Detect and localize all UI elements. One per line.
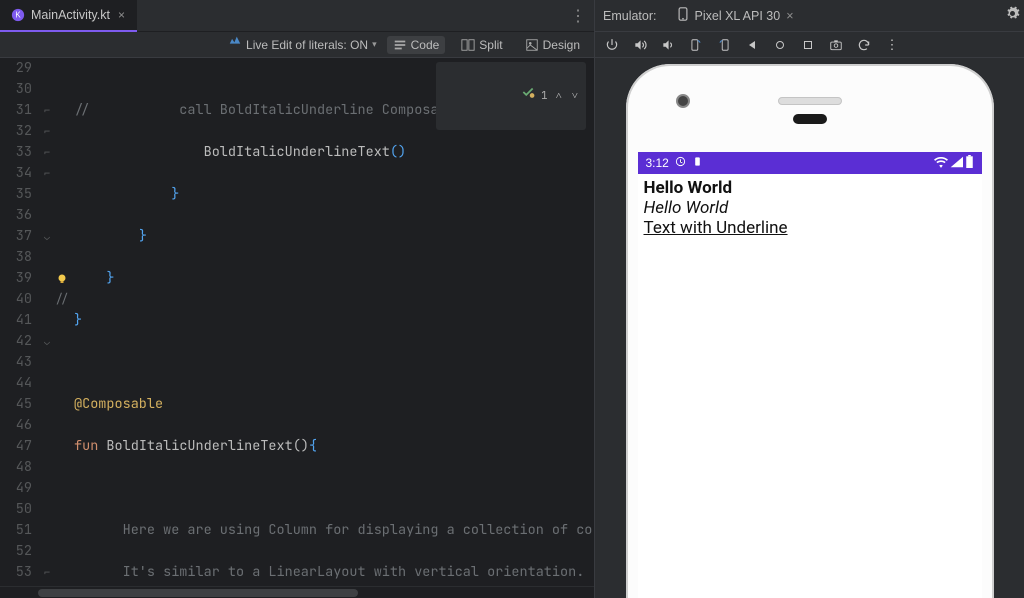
more-icon[interactable]: ⋮ [881, 34, 903, 56]
close-icon[interactable]: × [116, 8, 127, 22]
home-icon[interactable] [769, 34, 791, 56]
code-func-decl: BoldItalicUnderlineText [106, 437, 292, 455]
app-italic-text: Hello World [644, 198, 976, 218]
device-frame: 3:12 Hello Wo [626, 64, 994, 598]
code-func-call: BoldItalicUnderlineText [204, 143, 390, 161]
app-content: Hello World Hello World Text with Underl… [638, 174, 982, 242]
reload-icon[interactable] [853, 34, 875, 56]
code-area[interactable]: 1 ˄ ˅ // call BoldItalicUnderline Compos… [70, 58, 594, 586]
gear-icon[interactable] [1005, 6, 1020, 24]
tab-label: MainActivity.kt [31, 8, 110, 22]
inspection-widget[interactable]: 1 ˄ ˅ [436, 62, 586, 130]
view-split-button[interactable]: Split [455, 36, 508, 54]
split-icon [461, 38, 475, 52]
view-split-label: Split [479, 38, 502, 52]
svg-text:K: K [15, 10, 21, 19]
screenshot-icon[interactable] [825, 34, 847, 56]
volume-up-icon[interactable] [629, 34, 651, 56]
tabs-more-icon[interactable]: ⋮ [562, 6, 594, 26]
editor-tabs: K MainActivity.kt × ⋮ [0, 0, 594, 32]
live-edit-label: Live Edit of literals: ON [246, 38, 368, 52]
design-icon [525, 38, 539, 52]
editor-horizontal-scrollbar[interactable] [0, 586, 594, 598]
view-design-label: Design [543, 38, 580, 52]
inspection-down-icon[interactable]: ˅ [570, 86, 580, 107]
fold-gutter: ⌐⌐⌐⌐ ⌄⌄ ⌐ [40, 58, 54, 586]
live-edit-toggle[interactable]: Live Edit of literals: ON ▾ [228, 36, 377, 53]
emulator-viewport: 3:12 Hello Wo [595, 58, 1024, 598]
editor-view-toolbar: Live Edit of literals: ON ▾ Code Split [0, 32, 594, 58]
emulator-panel: Emulator: Pixel XL API 30 × [595, 0, 1024, 598]
view-code-label: Code [411, 38, 440, 52]
app-underline-text: Text with Underline [644, 218, 976, 238]
scrollbar-thumb[interactable] [38, 589, 358, 597]
status-app-icon [675, 156, 686, 170]
check-warning-icon [442, 64, 535, 128]
overview-icon[interactable] [797, 34, 819, 56]
code-comment: It's similar to a LinearLayout with vert… [74, 563, 584, 581]
live-edit-icon [228, 36, 242, 53]
android-status-bar: 3:12 [638, 152, 982, 174]
battery-icon [965, 155, 974, 171]
code-comment: Here we are using Column for displaying … [74, 521, 592, 539]
view-design-button[interactable]: Design [519, 36, 586, 54]
inspection-up-icon[interactable]: ˄ [554, 86, 564, 107]
chevron-down-icon: ▾ [372, 39, 377, 50]
emulator-device-tab[interactable]: Pixel XL API 30 × [669, 3, 802, 28]
status-debug-icon [692, 156, 703, 170]
editor-panel: K MainActivity.kt × ⋮ Live Edit of liter… [0, 0, 595, 598]
signal-icon [950, 156, 963, 171]
device-speaker [778, 97, 842, 105]
rotate-right-icon[interactable] [713, 34, 735, 56]
back-icon[interactable] [741, 34, 763, 56]
emulator-toolbar: ⋮ [595, 32, 1024, 58]
code-annotation: @Composable [74, 395, 163, 413]
inspection-count: 1 [541, 86, 548, 107]
bulb-gutter: // [54, 58, 70, 586]
emulator-device-label: Pixel XL API 30 [695, 9, 781, 23]
phone-icon [677, 7, 689, 24]
volume-down-icon[interactable] [657, 34, 679, 56]
status-time: 3:12 [646, 156, 669, 170]
close-icon[interactable]: × [786, 9, 793, 23]
emulator-tabs: Emulator: Pixel XL API 30 × [595, 0, 1024, 32]
lightbulb-icon[interactable] [54, 268, 70, 289]
emulator-label: Emulator: [603, 9, 657, 23]
kotlin-file-icon: K [10, 7, 25, 22]
wifi-icon [934, 156, 948, 171]
line-number-gutter: 29303132333435 36373839404142 4344454647… [0, 58, 40, 586]
view-code-button[interactable]: Code [387, 36, 446, 54]
device-screen[interactable]: 3:12 Hello Wo [638, 152, 982, 598]
editor-body[interactable]: 29303132333435 36373839404142 4344454647… [0, 58, 594, 586]
device-camera [676, 94, 690, 108]
device-earpiece [793, 114, 827, 124]
code-icon [393, 38, 407, 52]
app-bold-text: Hello World [644, 178, 976, 198]
power-icon[interactable] [601, 34, 623, 56]
rotate-left-icon[interactable] [685, 34, 707, 56]
code-keyword: fun [74, 437, 98, 455]
tab-mainactivity[interactable]: K MainActivity.kt × [0, 0, 137, 32]
